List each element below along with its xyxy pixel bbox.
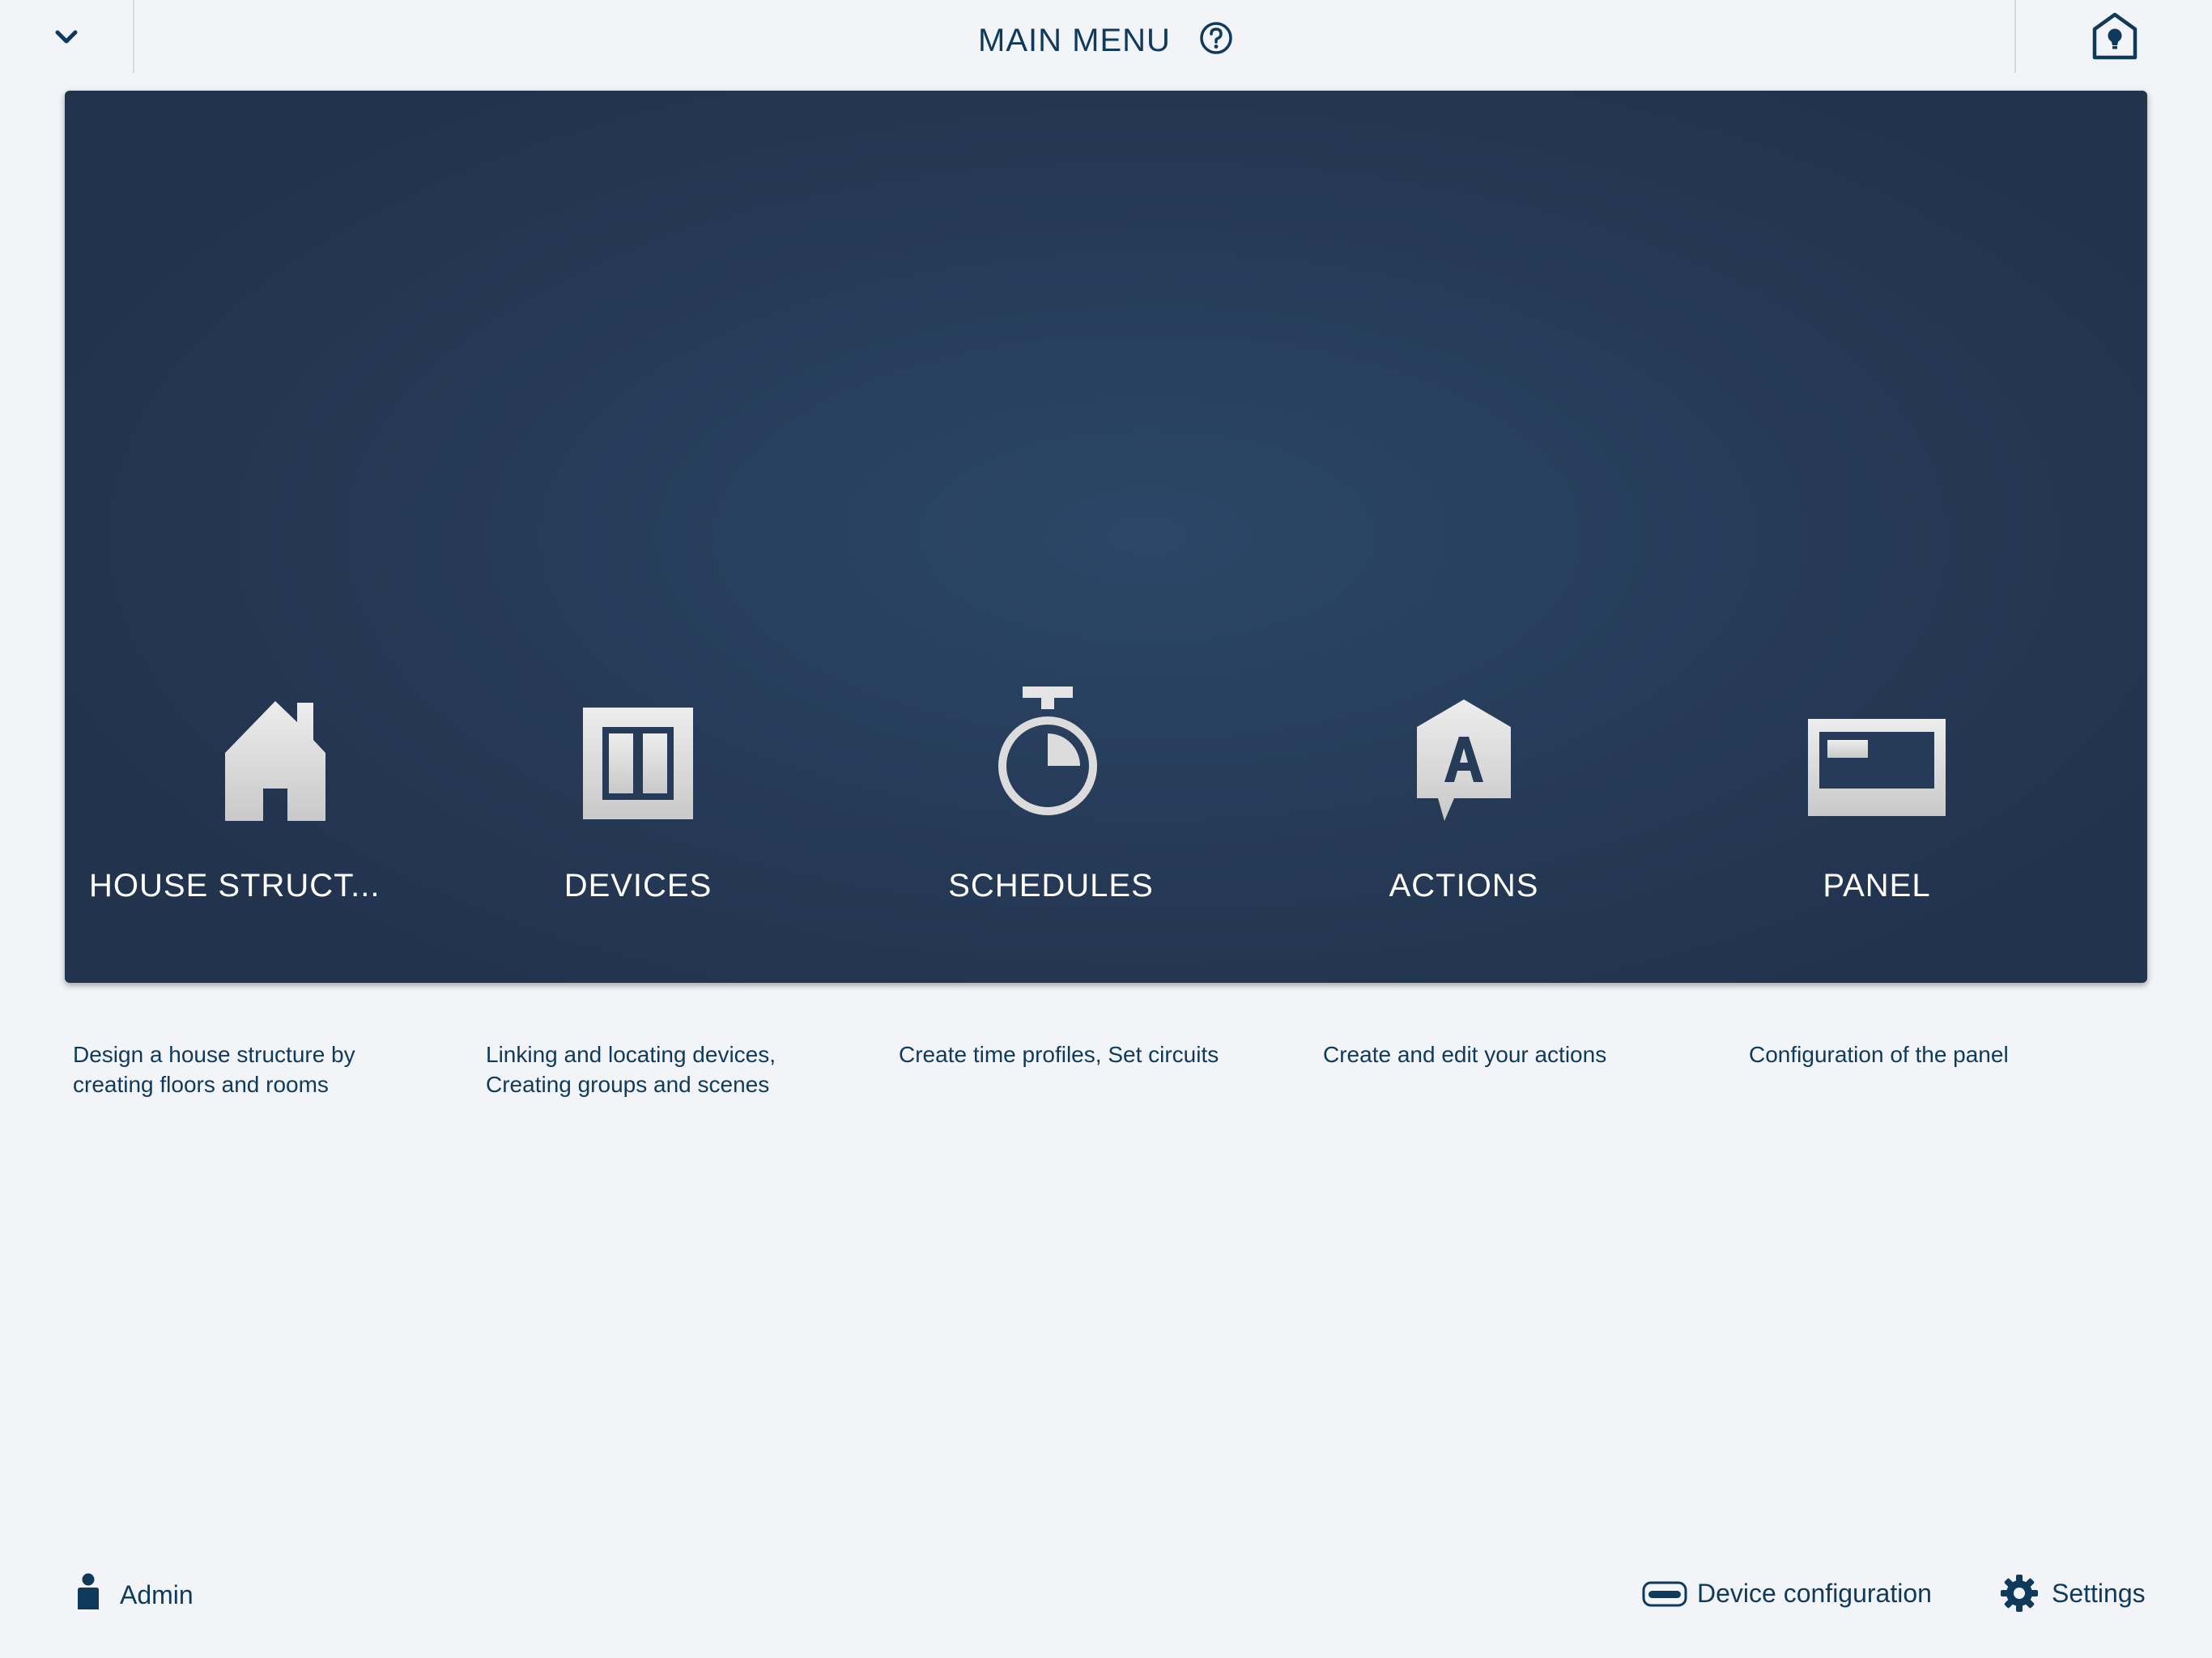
header-bar: MAIN MENU — [0, 0, 2212, 89]
gear-icon — [2001, 1575, 2038, 1612]
tile-label: SCHEDULES — [948, 868, 1154, 903]
tile-label: ACTIONS — [1389, 868, 1539, 903]
tile-label: DEVICES — [564, 868, 713, 903]
main-menu-page: MAIN MENU HOUSE STRUCT... DEVICES SCHEDU… — [0, 0, 2212, 1658]
tile-icon-area — [476, 585, 800, 844]
description-schedules: Create time profiles, Set circuits — [899, 1042, 1219, 1067]
header-divider-right — [2014, 0, 2016, 73]
help-circle-icon[interactable] — [1198, 20, 1234, 56]
chevron-down-icon — [55, 30, 78, 44]
panel-icon — [1808, 719, 1946, 816]
description-actions: Create and edit your actions — [1323, 1042, 1607, 1067]
smart-home-icon — [2092, 12, 2138, 60]
user-button[interactable]: Admin — [74, 1572, 194, 1611]
header-title-group: MAIN MENU — [0, 0, 2212, 81]
tile-label: HOUSE STRUCT... — [89, 868, 381, 903]
tile-icon-area — [113, 585, 437, 844]
page-title: MAIN MENU — [978, 22, 1171, 58]
tile-icon-area — [1302, 585, 1626, 844]
tile-house-structure[interactable]: HOUSE STRUCT... — [89, 585, 437, 925]
tile-icon-area — [1715, 585, 2039, 844]
tile-actions[interactable]: ACTIONS — [1302, 585, 1626, 925]
actions-icon — [1417, 699, 1511, 821]
user-label: Admin — [120, 1579, 194, 1609]
main-menu-banner: HOUSE STRUCT... DEVICES SCHEDULES ACTION… — [65, 91, 2147, 983]
tile-devices[interactable]: DEVICES — [476, 585, 800, 925]
collapse-button[interactable] — [0, 0, 133, 73]
house-icon — [225, 701, 325, 821]
device-configuration-label: Device configuration — [1697, 1579, 1932, 1608]
device-configuration-button[interactable]: Device configuration — [1642, 1579, 1932, 1609]
stopwatch-icon — [998, 687, 1097, 815]
description-panel: Configuration of the panel — [1749, 1042, 2009, 1067]
smart-home-button[interactable] — [2018, 0, 2212, 73]
description-devices: Linking and locating devices, Creating g… — [486, 1042, 776, 1097]
tile-label: PANEL — [1823, 868, 1931, 903]
tile-panel[interactable]: PANEL — [1715, 585, 2039, 925]
settings-button[interactable]: Settings — [2000, 1574, 2146, 1613]
devices-switch-icon — [583, 708, 693, 819]
header-divider-left — [133, 0, 134, 73]
user-icon — [78, 1573, 99, 1609]
device-config-icon — [1642, 1581, 1687, 1606]
tile-schedules[interactable]: SCHEDULES — [889, 585, 1213, 925]
settings-label: Settings — [2052, 1578, 2146, 1608]
tile-icon-area — [889, 585, 1213, 844]
description-house-structure: Design a house structure by creating flo… — [73, 1042, 355, 1097]
